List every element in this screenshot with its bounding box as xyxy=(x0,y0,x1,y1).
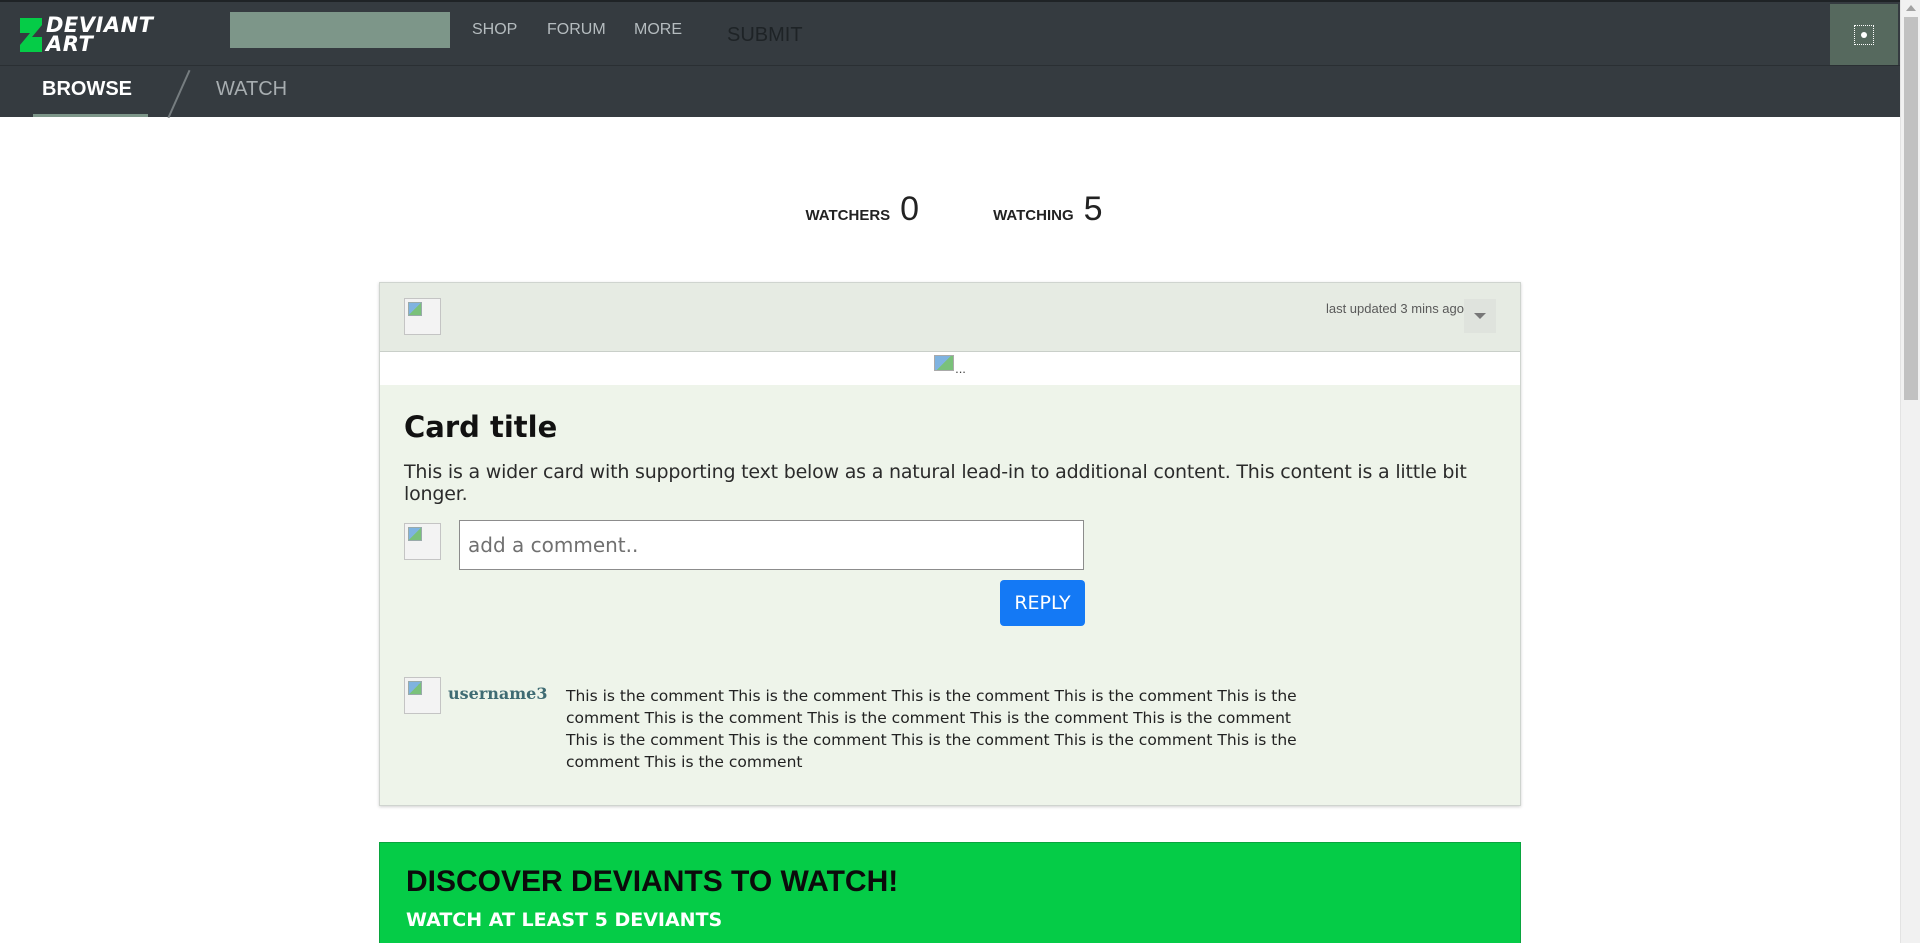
card-title: Card title xyxy=(404,410,558,444)
current-user-avatar xyxy=(404,523,441,560)
reply-button[interactable]: REPLY xyxy=(1000,580,1085,626)
watchers-stat[interactable]: WATCHERS 0 xyxy=(805,190,919,229)
commenter-avatar[interactable] xyxy=(404,677,441,714)
card-image-alt: ... xyxy=(955,361,966,376)
card-text: This is a wider card with supporting tex… xyxy=(404,461,1467,505)
sub-navigation: BROWSE WATCH xyxy=(0,65,1900,119)
card-menu-button[interactable] xyxy=(1464,299,1496,333)
tab-browse[interactable]: BROWSE xyxy=(42,78,132,101)
scroll-up-arrow-icon[interactable] xyxy=(1906,5,1916,11)
discover-subtitle: WATCH AT LEAST 5 DEVIANTS xyxy=(406,909,723,931)
last-updated-text: last updated 3 mins ago xyxy=(1325,301,1464,316)
nav-more[interactable]: MORE xyxy=(634,21,682,39)
top-header: DEVIANT ART SHOP FORUM MORE SUBMIT xyxy=(0,0,1900,66)
logo-text-line2: ART xyxy=(46,32,94,56)
watch-stats: WATCHERS 0 WATCHING 5 xyxy=(0,190,1900,229)
author-avatar[interactable] xyxy=(404,298,441,335)
comment-username[interactable]: username3 xyxy=(448,684,548,703)
scrollbar-thumb[interactable] xyxy=(1904,17,1918,400)
discover-banner: DISCOVER DEVIANTS TO WATCH! WATCH AT LEA… xyxy=(379,842,1521,943)
user-menu-icon xyxy=(1854,25,1874,45)
card-header: last updated 3 mins ago xyxy=(380,283,1520,352)
watchers-count: 0 xyxy=(900,190,920,228)
tab-watch[interactable]: WATCH xyxy=(216,78,287,101)
comment-text: This is the comment This is the comment … xyxy=(566,687,1297,771)
logo-text: DEVIANT ART xyxy=(46,15,154,56)
user-menu-button[interactable] xyxy=(1830,4,1898,66)
watchers-label: WATCHERS xyxy=(805,207,891,224)
tab-divider xyxy=(167,69,191,119)
watching-count: 5 xyxy=(1083,190,1103,228)
deviantart-logo[interactable]: DEVIANT ART xyxy=(18,15,154,56)
nav-shop[interactable]: SHOP xyxy=(472,21,517,39)
discover-title: DISCOVER DEVIANTS TO WATCH! xyxy=(406,865,899,898)
deviantart-logo-icon xyxy=(18,16,44,54)
active-tab-indicator xyxy=(33,114,148,117)
watching-stat[interactable]: WATCHING 5 xyxy=(993,190,1102,229)
nav-forum[interactable]: FORUM xyxy=(547,21,606,39)
card-image[interactable]: ... xyxy=(380,352,1520,385)
broken-image-icon xyxy=(934,355,955,371)
feed-card: last updated 3 mins ago ... Card title T… xyxy=(379,282,1521,806)
page-scrollbar[interactable] xyxy=(1900,0,1920,943)
chevron-down-icon xyxy=(1474,313,1486,319)
watching-label: WATCHING xyxy=(993,207,1074,224)
search-input[interactable] xyxy=(230,12,450,48)
comment-input[interactable] xyxy=(459,520,1084,570)
submit-button[interactable]: SUBMIT xyxy=(727,24,803,47)
